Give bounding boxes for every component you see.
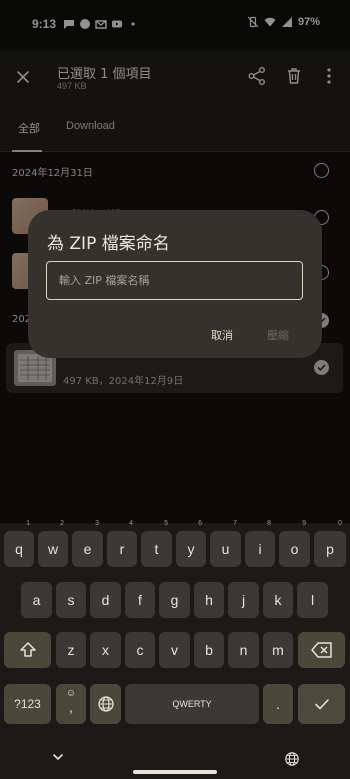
key-hint: 9 <box>302 520 306 527</box>
key-label: q <box>15 541 23 557</box>
key-label: y <box>187 541 195 557</box>
key-label: r <box>119 541 125 557</box>
key-hint: 8 <box>267 520 271 527</box>
space-key[interactable]: QWERTY <box>125 684 259 724</box>
comma-label: , <box>69 699 73 715</box>
key-b[interactable]: b <box>194 632 224 668</box>
key-i[interactable]: i8 <box>245 520 275 567</box>
key-hint: 3 <box>95 520 99 527</box>
emoji-comma-key[interactable]: ☺ , <box>56 684 86 724</box>
key-m[interactable]: m <box>263 632 293 668</box>
key-label: p <box>326 541 334 557</box>
key-label: o <box>290 541 299 557</box>
checkmark-icon <box>314 699 329 710</box>
key-j[interactable]: j <box>228 582 259 618</box>
key-z[interactable]: z <box>56 632 86 668</box>
dialog-title: 為 ZIP 檔案命名 <box>47 234 170 254</box>
key-n[interactable]: n <box>228 632 259 668</box>
key-w[interactable]: w2 <box>38 520 68 567</box>
zip-name-input[interactable] <box>46 261 303 300</box>
key-l[interactable]: l <box>297 582 328 618</box>
key-hint: 0 <box>338 520 342 527</box>
key-h[interactable]: h <box>194 582 224 618</box>
cancel-button[interactable]: 取消 <box>211 327 233 343</box>
key-v[interactable]: v <box>159 632 190 668</box>
key-a[interactable]: a <box>21 582 52 618</box>
key-label: i <box>258 541 262 557</box>
key-q[interactable]: q1 <box>4 520 34 567</box>
keyboard-language-globe-icon[interactable] <box>284 751 300 767</box>
key-hint: 6 <box>198 520 202 527</box>
key-f[interactable]: f <box>125 582 155 618</box>
key-p[interactable]: p0 <box>314 520 346 567</box>
hide-keyboard-chevron-icon[interactable] <box>51 752 65 762</box>
key-r[interactable]: r4 <box>107 520 137 567</box>
key-s[interactable]: s <box>56 582 86 618</box>
shift-icon <box>19 642 36 657</box>
key-g[interactable]: g <box>159 582 190 618</box>
key-k[interactable]: k <box>263 582 293 618</box>
key-o[interactable]: o9 <box>279 520 310 567</box>
key-label: e <box>83 541 92 557</box>
zip-name-dialog: 為 ZIP 檔案命名 取消 壓縮 <box>28 210 322 358</box>
key-label: w <box>47 541 59 557</box>
key-hint: 5 <box>164 520 168 527</box>
language-key[interactable] <box>90 684 121 724</box>
globe-icon <box>97 696 114 712</box>
shift-key[interactable] <box>4 632 51 668</box>
key-hint: 7 <box>233 520 237 527</box>
key-label: u <box>221 541 230 557</box>
backspace-key[interactable] <box>298 632 345 668</box>
backspace-icon <box>310 642 332 658</box>
period-key[interactable]: . <box>263 684 293 724</box>
enter-key[interactable] <box>298 684 345 724</box>
key-hint: 4 <box>129 520 133 527</box>
key-y[interactable]: y6 <box>176 520 206 567</box>
key-label: t <box>154 541 159 557</box>
key-u[interactable]: u7 <box>210 520 241 567</box>
gesture-handle[interactable] <box>133 770 217 774</box>
key-t[interactable]: t5 <box>141 520 172 567</box>
key-c[interactable]: c <box>125 632 155 668</box>
key-d[interactable]: d <box>90 582 121 618</box>
key-x[interactable]: x <box>90 632 121 668</box>
compress-button[interactable]: 壓縮 <box>267 327 289 343</box>
key-hint: 2 <box>60 520 64 527</box>
key-hint: 1 <box>26 520 30 527</box>
key-e[interactable]: e3 <box>72 520 103 567</box>
symbols-key[interactable]: ?123 <box>4 684 51 724</box>
